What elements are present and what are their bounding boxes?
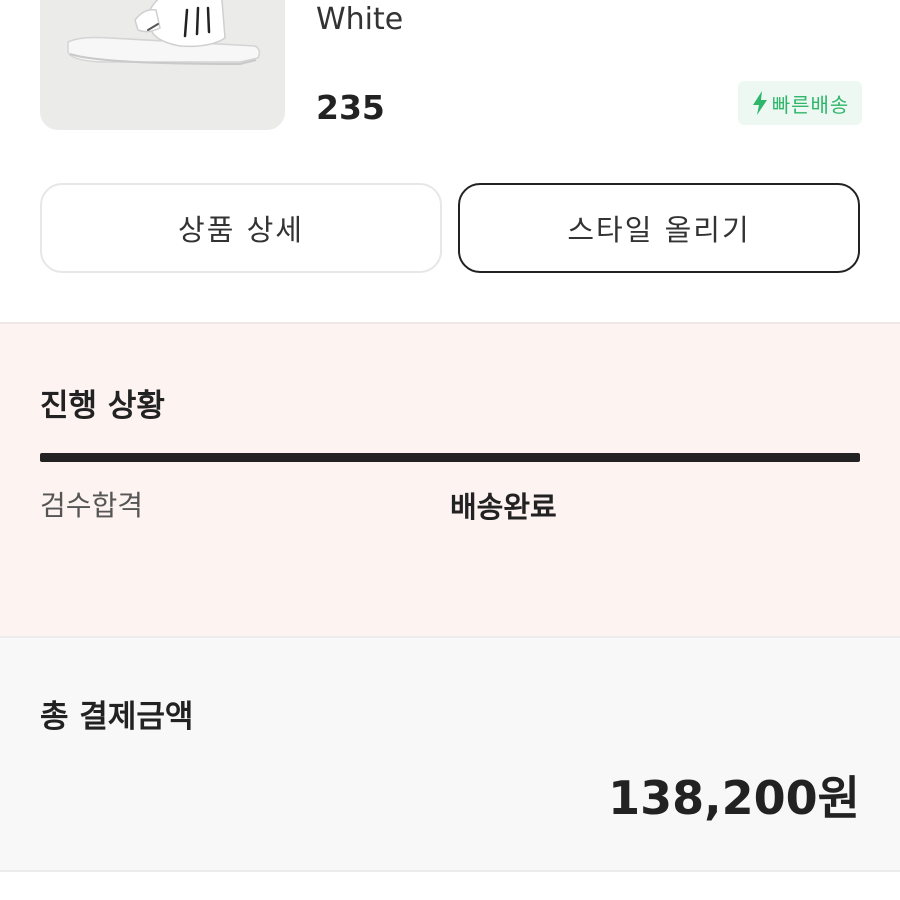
product-color: White xyxy=(316,2,404,37)
fast-delivery-label: 빠른배송 xyxy=(771,92,850,117)
section-divider xyxy=(0,870,900,872)
order-detail-page: White 235 빠른배송 상품 상세 스타일 올리기 진행 상황 검수합격 … xyxy=(0,0,900,900)
product-image[interactable] xyxy=(40,0,285,130)
fast-delivery-badge: 빠른배송 xyxy=(738,81,862,125)
payment-title: 총 결제금액 xyxy=(40,699,194,735)
progress-section: 진행 상황 검수합격 배송완료 xyxy=(0,324,900,636)
product-size: 235 xyxy=(316,88,385,127)
progress-bar xyxy=(40,453,860,462)
progress-title: 진행 상황 xyxy=(40,388,165,424)
upload-style-button[interactable]: 스타일 올리기 xyxy=(458,183,860,273)
step-inspection-passed: 검수합격 xyxy=(40,489,144,522)
payment-amount: 138,200원 xyxy=(608,771,860,825)
lightning-bolt-icon xyxy=(752,91,767,115)
payment-section: 총 결제금액 138,200원 xyxy=(0,638,900,870)
slide-sandal-image xyxy=(67,0,261,66)
product-detail-button[interactable]: 상품 상세 xyxy=(40,183,442,273)
step-delivered: 배송완료 xyxy=(450,490,557,524)
